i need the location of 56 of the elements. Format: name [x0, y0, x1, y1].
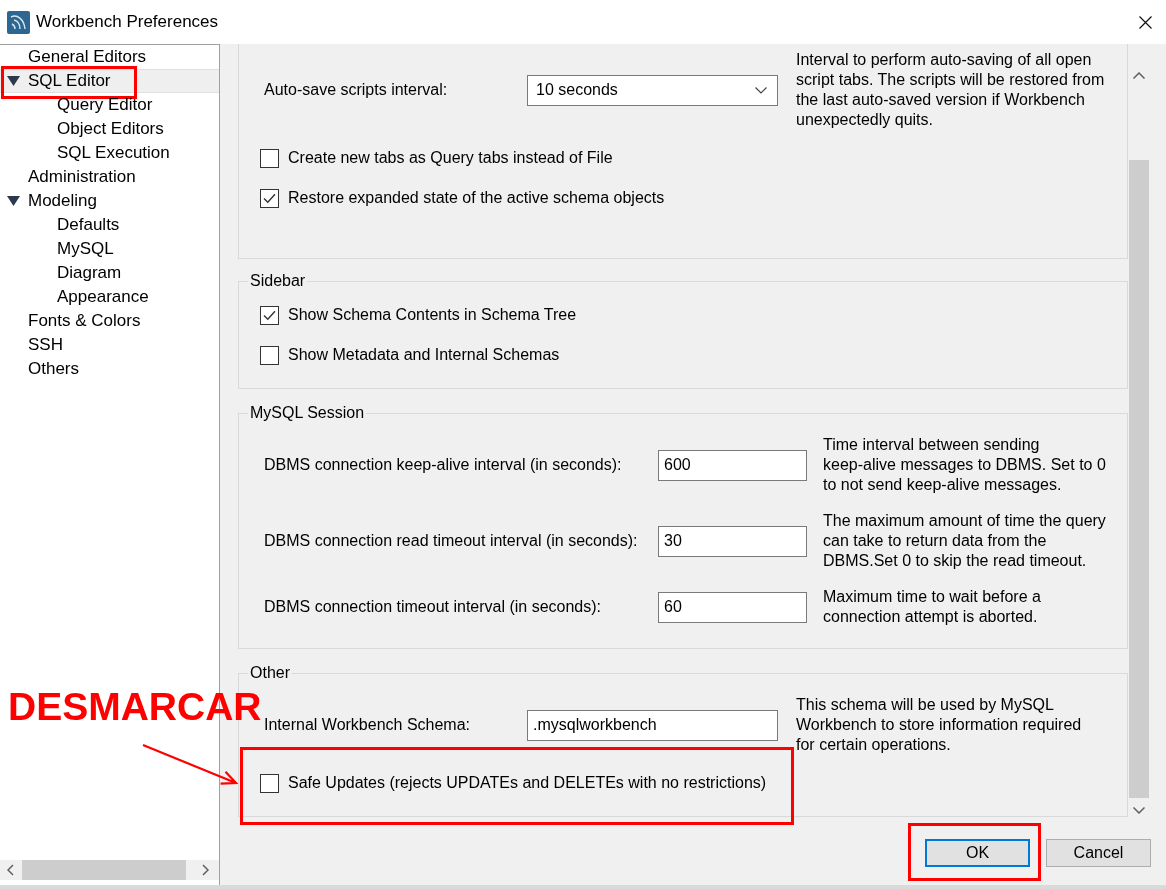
tree-item[interactable]: SQL Execution — [0, 141, 219, 165]
field-label: DBMS connection timeout interval (in seconds): — [264, 597, 603, 617]
tree-item[interactable]: SSH — [0, 333, 219, 357]
field-label: DBMS connection read timeout interval (in seconds): — [264, 531, 639, 551]
text-field[interactable]: 60 — [658, 591, 807, 623]
tree-item[interactable]: Object Editors — [0, 117, 219, 141]
tree-item[interactable]: MySQL — [0, 237, 219, 261]
chevron-down-icon[interactable] — [1133, 807, 1145, 814]
dropdown[interactable]: 10 seconds — [527, 74, 778, 106]
help-text: Interval to perform auto-saving of all open script tabs. The scripts will be restored from the last auto-saved version if Workbench unexpectedly quits. — [796, 50, 1106, 130]
chevron-down-icon — [755, 86, 767, 94]
tree-item[interactable]: Query Editor — [0, 93, 219, 117]
help-text: This schema will be used by MySQL Workbench to store information required for certain operations. — [796, 695, 1083, 755]
tree-item[interactable]: Modeling — [0, 189, 219, 213]
field-label: Auto-save scripts interval: — [264, 80, 449, 100]
text-field[interactable]: 30 — [658, 525, 807, 557]
triangle-down-icon[interactable] — [7, 76, 20, 86]
window-title: Workbench Preferences — [36, 12, 219, 32]
close-icon[interactable] — [1139, 15, 1152, 29]
help-text: Maximum time to wait before a connection attempt is aborted. — [823, 587, 1042, 627]
tree-item[interactable]: Administration — [0, 165, 219, 189]
text-field[interactable]: .mysqlworkbench — [527, 709, 778, 741]
tree-item[interactable]: General Editors — [0, 45, 219, 69]
annotation-label: DESMARCAR — [8, 691, 262, 723]
triangle-down-icon[interactable] — [7, 196, 20, 206]
scrollbar-thumb[interactable] — [1129, 160, 1149, 798]
checkbox-label[interactable]: Create new tabs as Query tabs instead of File — [288, 148, 613, 168]
tree-item[interactable]: Diagram — [0, 261, 219, 285]
tree-item[interactable]: SQL Editor — [0, 69, 219, 93]
tree-item[interactable]: Fonts & Colors — [0, 309, 219, 333]
dialog-button[interactable]: Cancel — [1046, 839, 1151, 867]
checkbox-label[interactable]: Restore expanded state of the active schema objects — [288, 188, 665, 208]
chevron-right-icon[interactable] — [202, 864, 209, 876]
checkbox[interactable] — [260, 305, 279, 325]
help-text: The maximum amount of time the query can take to return data from the DBMS.Set 0 to skip the read timeout. — [823, 511, 1106, 571]
help-text: Time interval between sending keep-alive messages to DBMS. Set to 0 to not send keep-alive messages. — [823, 435, 1106, 495]
checkbox[interactable] — [260, 188, 279, 208]
checkbox-label[interactable]: Safe Updates (rejects UPDATEs and DELETEs with no restrictions) — [288, 773, 767, 793]
text-field[interactable]: 600 — [658, 449, 807, 481]
tree-item[interactable]: Defaults — [0, 213, 219, 237]
dialog-button[interactable]: OK — [925, 839, 1030, 867]
checkbox-label[interactable]: Show Schema Contents in Schema Tree — [288, 305, 577, 325]
checkbox[interactable] — [260, 773, 279, 793]
tree-item[interactable]: Others — [0, 357, 219, 381]
group-title: MySQL Session — [248, 403, 367, 423]
checkbox[interactable] — [260, 345, 279, 365]
chevron-left-icon[interactable] — [7, 864, 14, 876]
field-label: DBMS connection keep-alive interval (in seconds): — [264, 455, 623, 475]
checkbox[interactable] — [260, 148, 279, 168]
tree-item[interactable]: Appearance — [0, 285, 219, 309]
scrollbar-thumb[interactable] — [22, 860, 186, 880]
checkbox-label[interactable]: Show Metadata and Internal Schemas — [288, 345, 560, 365]
arrow-icon — [141, 743, 238, 785]
field-label: Internal Workbench Schema: — [264, 715, 472, 735]
app-logo-icon — [7, 10, 30, 34]
chevron-up-icon[interactable] — [1133, 72, 1145, 79]
